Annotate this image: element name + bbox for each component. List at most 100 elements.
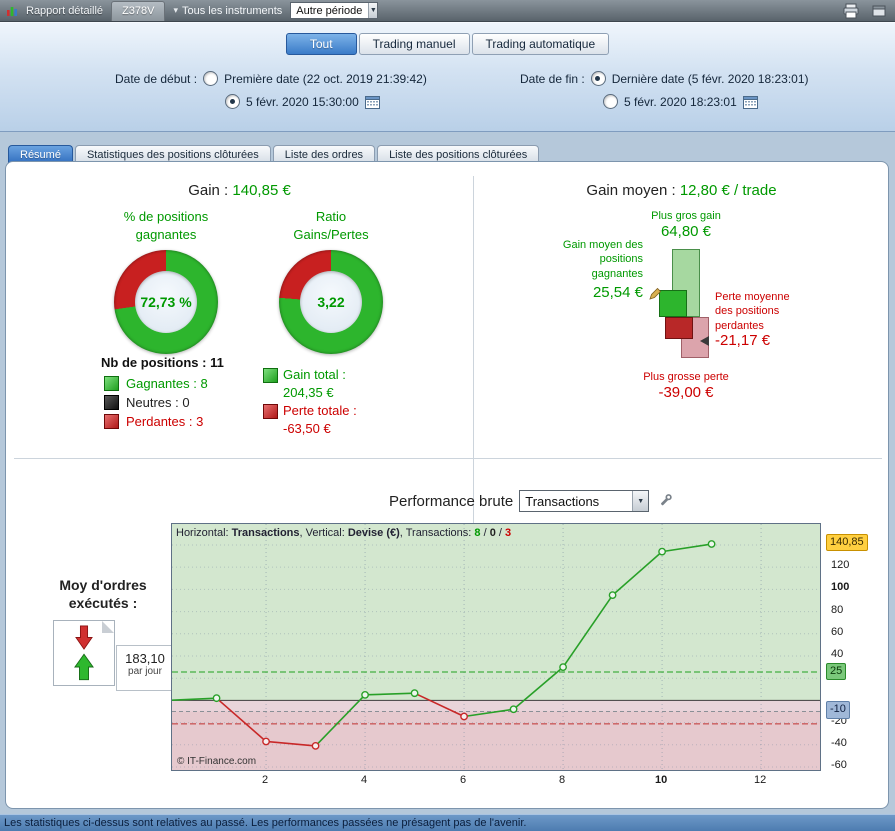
avg-orders-value-card: 183,10 par jour bbox=[116, 645, 174, 691]
start-custom-label: 5 févr. 2020 15:30:00 bbox=[246, 94, 359, 109]
legend-neutral: Neutres : 0 bbox=[104, 395, 190, 410]
ratio-title: Ratio Gains/Pertes bbox=[293, 209, 369, 242]
max-loss-value: -39,00 € bbox=[658, 384, 714, 401]
total-loss-label: Perte totale : bbox=[283, 403, 357, 418]
down-arrow-icon bbox=[75, 625, 93, 650]
y-axis-label: -40 bbox=[831, 736, 847, 749]
x-axis-label: 2 bbox=[261, 774, 269, 786]
period-select-value: Autre période bbox=[296, 4, 363, 17]
avg-loss-bar bbox=[665, 317, 693, 340]
green-square-icon bbox=[263, 368, 278, 383]
end-custom-radio[interactable] bbox=[603, 94, 618, 109]
toolbar-title: Rapport détaillé bbox=[26, 4, 104, 17]
positions-count: Nb de positions : 11 bbox=[101, 355, 224, 370]
pen-icon[interactable] bbox=[648, 287, 662, 306]
collapse-icon bbox=[872, 5, 886, 16]
end-date-last-row: Date de fin : Dernière date (5 févr. 202… bbox=[520, 71, 809, 86]
start-calendar-button[interactable] bbox=[364, 95, 380, 109]
calendar-icon bbox=[364, 95, 380, 109]
data-point bbox=[559, 663, 567, 671]
chart-header-segment: Horizontal: bbox=[176, 527, 232, 539]
chart-header-segment: Transactions bbox=[231, 527, 300, 539]
end-last-label: Dernière date (5 févr. 2020 18:23:01) bbox=[611, 71, 809, 86]
chart-header-segment: Transactions: bbox=[405, 527, 475, 539]
avg-orders-label: Moy d'ordres exécutés : bbox=[59, 577, 147, 612]
data-point bbox=[608, 591, 617, 600]
chart-header: Horizontal: Transactions, Vertical: Devi… bbox=[176, 527, 511, 539]
data-point bbox=[658, 547, 666, 556]
data-point bbox=[509, 705, 518, 714]
orders-icon-card bbox=[53, 620, 115, 686]
y-axis-marker-yellow: 140,85 bbox=[826, 534, 868, 552]
instruments-dropdown[interactable]: ▾ Tous les instruments bbox=[173, 5, 282, 17]
filter-panel: Tout Trading manuel Trading automatique … bbox=[0, 22, 895, 132]
instruments-label: Tous les instruments bbox=[182, 4, 283, 17]
x-axis-label: 10 bbox=[654, 774, 668, 786]
arrow-left-icon bbox=[700, 336, 709, 346]
chart-header-segment: / bbox=[480, 527, 490, 539]
collapse-button[interactable] bbox=[869, 2, 889, 20]
up-arrow-icon bbox=[74, 653, 94, 681]
wrench-icon bbox=[661, 494, 672, 506]
red-square-icon bbox=[263, 404, 278, 419]
avg-gain-bar bbox=[659, 290, 687, 317]
end-last-radio[interactable] bbox=[590, 71, 606, 86]
chart-y-axis: 120 100 80 60 40 -20 -40 -60 140,85 25 -10 bbox=[825, 523, 891, 771]
extremes-visual: Plus gros gain 64,80 € Gain moyen des po… bbox=[473, 162, 890, 458]
max-loss-label: Plus grosse perte bbox=[643, 371, 729, 383]
calendar-icon bbox=[742, 95, 758, 109]
neutral-band bbox=[172, 700, 820, 712]
y-axis-label: 60 bbox=[831, 625, 844, 638]
mode-button-manual[interactable]: Trading manuel bbox=[358, 33, 470, 55]
data-point bbox=[460, 712, 468, 721]
avg-loss-label: Perte moyenne des positions perdantes bbox=[715, 291, 790, 332]
start-first-label: Première date (22 oct. 2019 21:39:42) bbox=[224, 71, 427, 86]
start-custom-radio[interactable] bbox=[225, 94, 240, 109]
toolbar: Rapport détaillé Z378V ▾ Tous les instru… bbox=[0, 0, 895, 22]
legend-losers: Perdantes : 3 bbox=[104, 414, 203, 429]
report-panel: Gain : 140,85 € Gain moyen : 12,80 € / t… bbox=[5, 161, 889, 809]
total-gain-value: 204,35 € bbox=[283, 385, 334, 400]
status-bar: Les statistiques ci-dessus sont relative… bbox=[0, 814, 895, 831]
y-axis-label: -60 bbox=[831, 759, 847, 771]
mode-button-auto[interactable]: Trading automatique bbox=[471, 33, 610, 55]
print-button[interactable] bbox=[841, 2, 861, 20]
data-point bbox=[212, 694, 221, 703]
performance-select[interactable]: Transactions ▼ bbox=[519, 490, 650, 512]
total-gain-label: Gain total : bbox=[283, 367, 346, 382]
avg-loss-value: -21,17 € bbox=[715, 332, 771, 349]
select-arrow-icon: ▼ bbox=[368, 3, 378, 18]
x-axis-label: 4 bbox=[361, 774, 368, 786]
tab-z378v[interactable]: Z378V bbox=[111, 1, 166, 21]
chart-header-segment: / bbox=[495, 527, 505, 539]
performance-chart[interactable]: Horizontal: Transactions, Vertical: Devi… bbox=[167, 523, 821, 771]
y-axis-label: 80 bbox=[831, 603, 844, 616]
gain-heading: Gain : 140,85 € bbox=[6, 182, 473, 199]
avg-orders-unit: par jour bbox=[128, 666, 162, 677]
winrate-value: 72,73 % bbox=[135, 271, 197, 333]
end-calendar-button[interactable] bbox=[742, 95, 758, 109]
avg-gain-value: 25,54 € bbox=[592, 284, 643, 301]
performance-line-chart bbox=[167, 524, 820, 770]
chevron-down-icon: ▾ bbox=[173, 5, 179, 15]
avg-orders-value: 183,10 bbox=[125, 651, 165, 666]
printer-icon bbox=[843, 3, 859, 18]
period-select[interactable]: Autre période ▼ bbox=[290, 2, 379, 19]
legend-winners: Gagnantes : 8 bbox=[104, 376, 208, 391]
status-text: Les statistiques ci-dessus sont relative… bbox=[4, 816, 527, 829]
data-point bbox=[361, 690, 369, 699]
select-arrow-icon: ▼ bbox=[632, 491, 649, 511]
gain-value: 140,85 € bbox=[232, 182, 291, 199]
performance-select-value: Transactions bbox=[525, 493, 600, 509]
start-first-radio[interactable] bbox=[203, 71, 219, 86]
data-point bbox=[262, 737, 270, 746]
mode-button-all[interactable]: Tout bbox=[285, 33, 357, 55]
chart-x-axis: 2 4 6 8 10 12 bbox=[171, 774, 819, 790]
y-axis-label: 100 bbox=[831, 581, 850, 594]
y-axis-label: 40 bbox=[831, 647, 844, 660]
start-date-first-row: Date de début : Première date (22 oct. 2… bbox=[115, 71, 427, 86]
data-point bbox=[707, 540, 716, 548]
ratio-value: 3,22 bbox=[300, 271, 362, 333]
end-date-label: Date de fin : bbox=[520, 71, 585, 86]
chart-settings-button[interactable] bbox=[655, 491, 675, 511]
